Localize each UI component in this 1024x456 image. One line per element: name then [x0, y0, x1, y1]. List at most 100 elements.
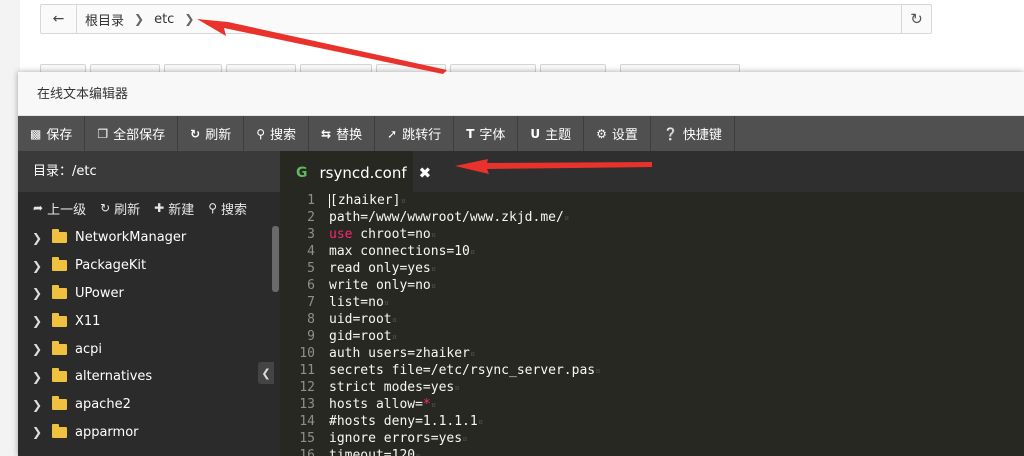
collapse-sidebar-icon[interactable]: ❮	[258, 362, 274, 384]
folder-item[interactable]: ❯ acpi	[18, 335, 270, 363]
folder-label: apparmor	[75, 424, 139, 440]
line-text: ignore errors=yes¤	[320, 430, 467, 447]
line-number: 2	[307, 210, 315, 225]
magnet-icon: U	[530, 126, 541, 141]
code-line[interactable]: 6 write only=no¤	[280, 277, 1024, 294]
save-button[interactable]: ▩ 保存	[18, 116, 86, 151]
up-level-label: 上一级	[47, 202, 87, 218]
code-lines[interactable]: 1 [zhaiker]¤ 2 path=/www/wwwroot/www.zkjd.m…	[280, 192, 1024, 456]
chevron-right-icon: ❯	[32, 286, 43, 301]
search-label: 搜索	[270, 128, 297, 143]
refresh-icon[interactable]: ↻	[901, 5, 931, 33]
folder-icon	[52, 229, 67, 244]
line-text: use chroot=no¤	[320, 226, 436, 243]
editor-tab-bar: G rsyncd.conf ✖	[280, 151, 1024, 192]
line-text: auth users=zhaiker¤	[320, 345, 475, 362]
line-text: write only=no¤	[320, 277, 436, 294]
folder-label: acpi	[75, 341, 102, 357]
line-number: 7	[307, 295, 315, 310]
scrollbar-thumb[interactable]	[272, 226, 279, 292]
code-line[interactable]: 14 #hosts deny=1.1.1.1¤	[280, 413, 1024, 430]
folder-icon	[52, 257, 67, 272]
folder-item[interactable]: ❯ PackageKit	[18, 252, 270, 280]
editor-toolbar: ▩ 保存 ❐ 全部保存 ↻ 刷新 ⚲ 搜索 ⇆ 替换 ➚ 跳转行 T 字体 U 主题 ⚙ 设置 ❔…	[18, 116, 1024, 151]
code-editor: G rsyncd.conf ✖ 1 [zhaiker]¤ 2 path=/www/ww…	[280, 151, 1024, 456]
code-line[interactable]: 10 auth users=zhaiker¤	[280, 345, 1024, 362]
plus-icon: ✚	[154, 201, 165, 215]
new-button[interactable]: ✚ 新建	[154, 199, 194, 218]
code-line[interactable]: 13 hosts allow=*¤	[280, 396, 1024, 413]
code-line[interactable]: 4 max connections=10¤	[280, 243, 1024, 260]
code-line[interactable]: 12 strict modes=yes¤	[280, 379, 1024, 396]
pin-icon: ➚	[387, 126, 398, 141]
path-bar: ← 根目录 ❯ etc ❯ ↻	[40, 4, 932, 34]
line-content: max connections=10	[329, 244, 470, 259]
folder-item[interactable]: ❯ alternatives	[18, 363, 270, 391]
code-line[interactable]: 7 list=no¤	[280, 294, 1024, 311]
folder-item[interactable]: ❯ NetworkManager	[18, 224, 270, 252]
save-label: 保存	[46, 128, 73, 143]
close-icon[interactable]: ✖	[419, 164, 432, 182]
save-all-button[interactable]: ❐ 全部保存	[85, 116, 179, 151]
folder-icon	[52, 340, 67, 355]
folder-label: UPower	[75, 285, 124, 301]
replace-button[interactable]: ⇆ 替换	[309, 116, 376, 151]
eol-marker-icon: ¤	[415, 452, 420, 456]
back-arrow-icon[interactable]: ←	[41, 5, 77, 33]
line-text: list=no¤	[320, 294, 389, 311]
line-text: max connections=10¤	[320, 243, 475, 260]
new-label: 新建	[168, 202, 195, 218]
folder-item[interactable]: ❯ apparmor	[18, 419, 270, 447]
share-arrow-icon: ➦	[33, 201, 44, 215]
up-level-button[interactable]: ➦ 上一级	[33, 199, 86, 218]
chevron-right-icon: ❯	[32, 342, 43, 357]
refresh-icon: ↻	[190, 126, 201, 141]
eol-marker-icon: ¤	[391, 316, 398, 326]
tab-label: rsyncd.conf	[319, 163, 407, 182]
sidebar-refresh-button[interactable]: ↻ 刷新	[100, 199, 140, 218]
line-content: chroot=no	[352, 227, 431, 242]
replace-label: 替换	[336, 128, 363, 143]
code-line[interactable]: 3 use chroot=no¤	[280, 226, 1024, 243]
line-number: 10	[299, 346, 315, 361]
line-content: timeout=120	[329, 448, 416, 456]
refresh-button[interactable]: ↻ 刷新	[178, 116, 245, 151]
sidebar-scrollbar[interactable]	[271, 224, 280, 456]
chevron-right-icon: ❯	[32, 397, 43, 412]
line-content: secrets file=/etc/rsync_server.pas	[329, 363, 596, 378]
chevron-right-icon: ❯	[32, 369, 43, 384]
eol-marker-icon: ¤	[595, 367, 601, 377]
refresh-label: 刷新	[205, 128, 232, 143]
line-number: 5	[307, 261, 315, 276]
breadcrumb-root[interactable]: 根目录	[85, 10, 124, 29]
shortcuts-button[interactable]: ❔ 快捷键	[651, 116, 735, 151]
theme-button[interactable]: U 主题	[518, 116, 585, 151]
sidebar-search-button[interactable]: ⚲ 搜索	[208, 199, 247, 218]
settings-button[interactable]: ⚙ 设置	[584, 116, 651, 151]
code-line[interactable]: 5 read only=yes¤	[280, 260, 1024, 277]
file-tree-sidebar: 目录：/etc ➦ 上一级 ↻ 刷新 ✚ 新建 ⚲ 搜索 ❯ NetworkManager…	[18, 151, 280, 456]
line-number: 9	[307, 329, 315, 344]
code-line[interactable]: 15 ignore errors=yes¤	[280, 430, 1024, 447]
help-circle-icon: ❔	[662, 126, 678, 141]
folder-item[interactable]: ❯ UPower	[18, 280, 270, 308]
code-line[interactable]: 2 path=/www/wwwroot/www.zkjd.me/¤	[280, 209, 1024, 226]
save-all-label: 全部保存	[113, 128, 166, 143]
code-line[interactable]: 16 timeout=120¤	[280, 447, 1024, 456]
code-line[interactable]: 9 gid=root¤	[280, 328, 1024, 345]
line-content: strict modes=yes	[329, 380, 455, 395]
search-icon: ⚲	[208, 201, 218, 215]
eol-marker-icon: ¤	[391, 333, 398, 343]
folder-item[interactable]: ❯ apache2	[18, 391, 270, 419]
font-button[interactable]: T 字体	[454, 116, 519, 151]
file-tab[interactable]: G rsyncd.conf ✖	[280, 151, 431, 192]
goto-line-button[interactable]: ➚ 跳转行	[375, 116, 455, 151]
code-line[interactable]: 1 [zhaiker]¤	[280, 192, 1024, 209]
chevron-right-icon: ❯	[32, 230, 43, 245]
line-number: 16	[299, 448, 315, 456]
code-line[interactable]: 8 uid=root¤	[280, 311, 1024, 328]
breadcrumb-etc[interactable]: etc	[154, 12, 174, 27]
search-button[interactable]: ⚲ 搜索	[244, 116, 310, 151]
code-line[interactable]: 11 secrets file=/etc/rsync_server.pas¤	[280, 362, 1024, 379]
folder-item[interactable]: ❯ X11	[18, 307, 270, 335]
